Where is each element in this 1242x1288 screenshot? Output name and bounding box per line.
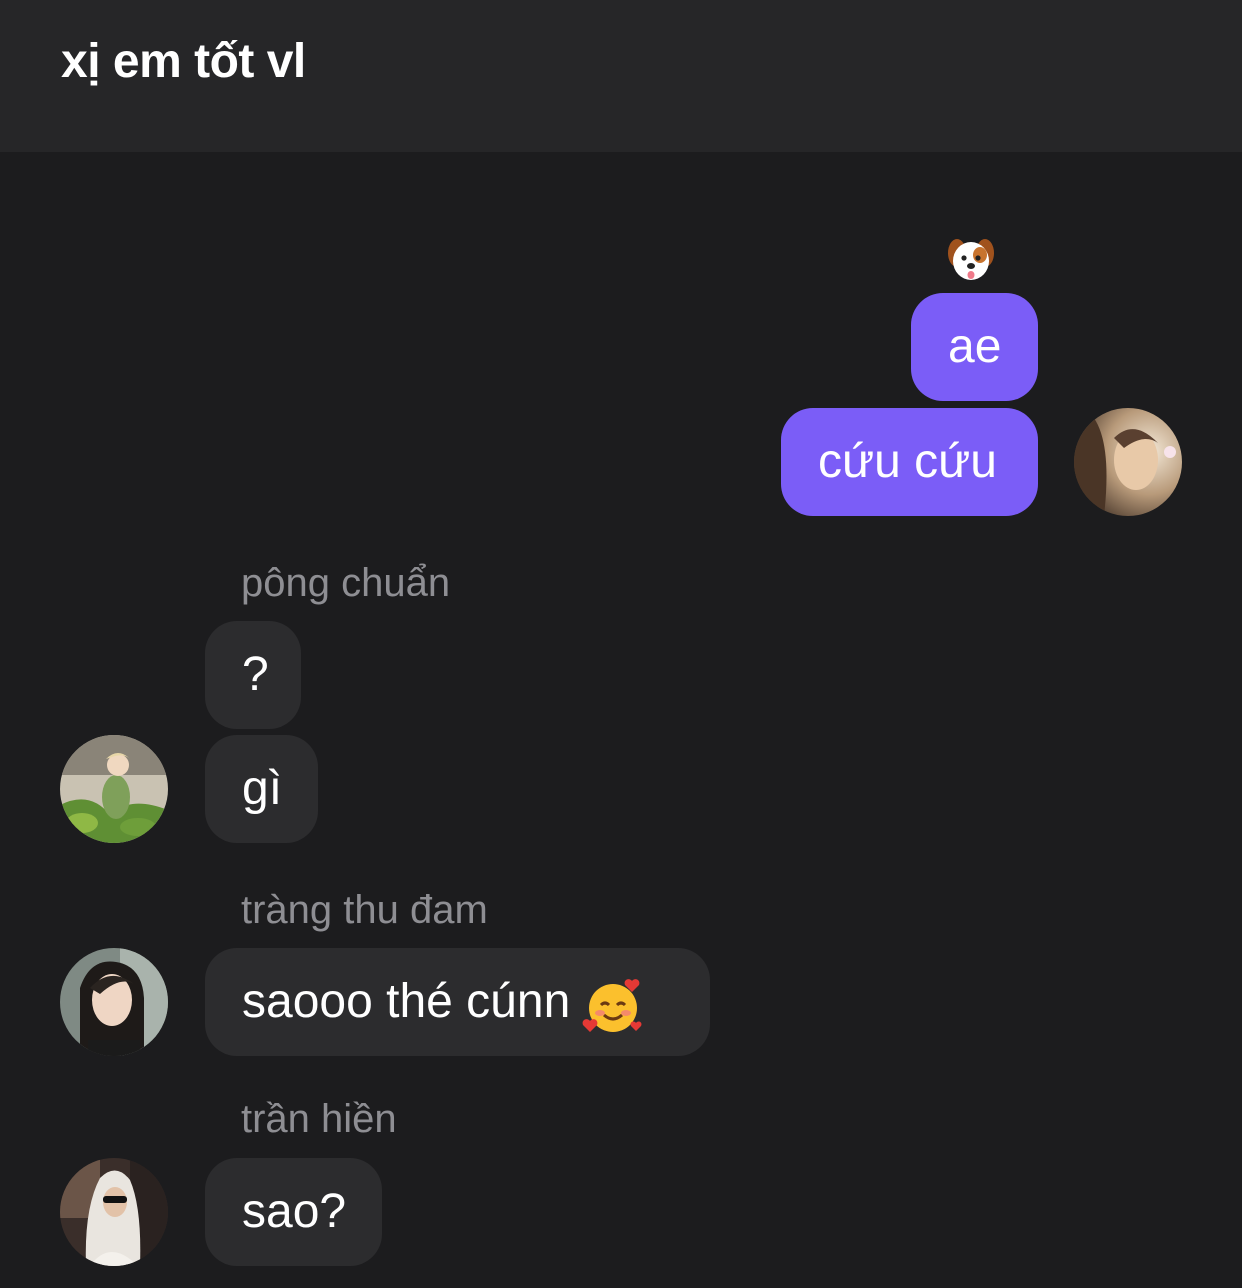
incoming-message-bubble[interactable]: sao? [205, 1158, 382, 1266]
incoming-message-bubble[interactable]: ? [205, 621, 301, 729]
message-text: ae [948, 320, 1002, 373]
my-avatar[interactable] [1074, 408, 1182, 516]
sender-avatar[interactable] [60, 1158, 168, 1266]
sender-name: trần hiền [241, 1097, 397, 1141]
incoming-message-bubble[interactable]: saooo thé cúnn [205, 948, 710, 1056]
smiling-face-with-hearts-icon [582, 968, 644, 1033]
message-text: ? [242, 648, 269, 701]
sender-name: tràng thu đam [241, 888, 488, 932]
dog-face-emoji-icon[interactable] [945, 233, 997, 285]
outgoing-message-bubble[interactable]: ae [911, 293, 1038, 401]
chat-title[interactable]: xị em tốt vl [61, 34, 306, 89]
sender-avatar[interactable] [60, 948, 168, 1056]
incoming-message-bubble[interactable]: gì [205, 735, 318, 843]
message-text: sao? [242, 1185, 347, 1238]
sender-name: pông chuẩn [241, 561, 451, 605]
sender-avatar[interactable] [60, 735, 168, 843]
message-text: cứu cứu [818, 435, 997, 488]
chat-header: xị em tốt vl [0, 0, 1242, 152]
outgoing-message-bubble[interactable]: cứu cứu [781, 408, 1038, 516]
message-text: saooo thé cúnn [242, 975, 571, 1028]
message-text: gì [242, 762, 283, 815]
